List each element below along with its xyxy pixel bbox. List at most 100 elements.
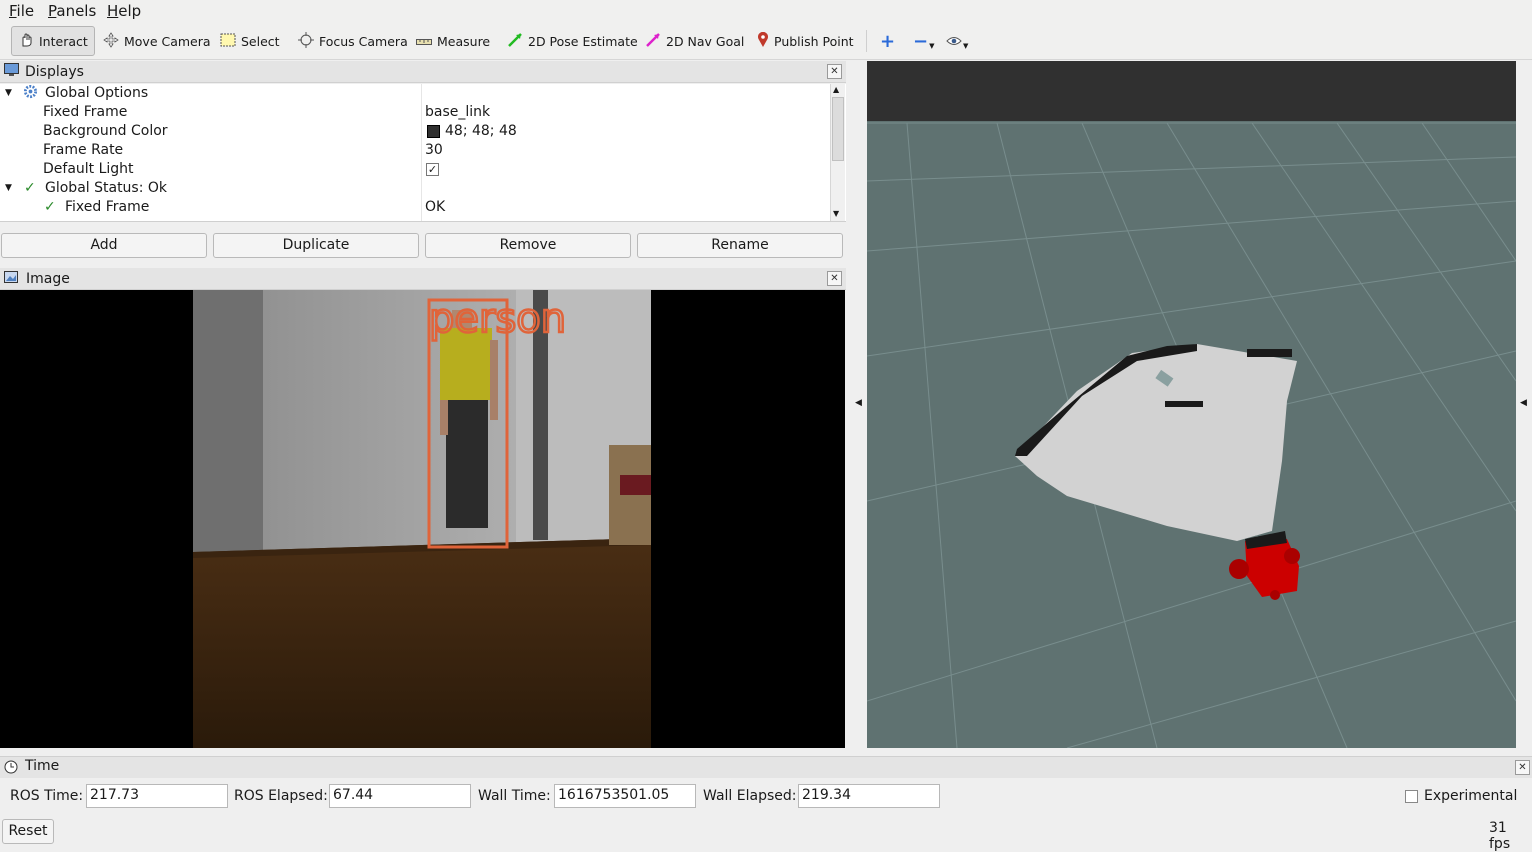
focus-camera-icon — [298, 31, 314, 51]
nav-goal-tool-button[interactable]: 2D Nav Goal — [639, 26, 750, 56]
focus-camera-tool-button[interactable]: Focus Camera — [292, 26, 414, 56]
camera-image-canvas: person — [193, 290, 651, 748]
publish-point-tool-button[interactable]: Publish Point — [751, 26, 860, 56]
dropdown-arrow-icon: ▼ — [963, 42, 969, 50]
move-camera-icon — [103, 31, 119, 51]
tree-row-default-light[interactable]: Default Light ✓ — [0, 160, 830, 179]
camera-image: person — [0, 290, 845, 748]
ros-elapsed-field[interactable]: 67.44 — [329, 784, 471, 808]
displays-tree: ▼ Global Options Fixed Frame base_link B… — [0, 84, 846, 222]
eye-icon — [946, 34, 962, 49]
image-title: Image — [26, 270, 70, 287]
frame-rate-value[interactable]: 30 — [425, 142, 443, 158]
robot-model — [1229, 531, 1300, 600]
wall-elapsed-field[interactable]: 219.34 — [798, 784, 940, 808]
magenta-arrow-icon — [645, 32, 661, 51]
measure-tool-button[interactable]: Measure — [410, 26, 496, 56]
select-icon — [220, 33, 236, 50]
background-color-value[interactable]: 48; 48; 48 — [425, 123, 517, 139]
publish-point-label: Publish Point — [774, 33, 854, 49]
plus-icon: + — [880, 30, 896, 52]
tree-row-background-color[interactable]: Background Color 48; 48; 48 — [0, 122, 830, 141]
dropdown-arrow-icon: ▼ — [929, 42, 935, 50]
duplicate-button[interactable]: Duplicate — [213, 233, 419, 258]
measure-label: Measure — [437, 33, 491, 49]
interact-label: Interact — [39, 33, 88, 49]
expand-arrow-icon[interactable]: ▼ — [5, 88, 12, 98]
hand-icon — [18, 32, 34, 51]
reset-button[interactable]: Reset — [2, 819, 54, 844]
nav-goal-label: 2D Nav Goal — [666, 33, 745, 49]
tree-row-label: Global Status: Ok — [45, 180, 168, 196]
render-3d-view[interactable] — [867, 61, 1516, 748]
close-icon[interactable]: ✕ — [827, 64, 842, 79]
minus-icon: − — [913, 30, 929, 52]
menu-help[interactable]: Help — [107, 2, 141, 20]
displays-panel-header: Displays ✕ — [0, 61, 846, 83]
tree-row-global-status[interactable]: ▼ ✓ Global Status: Ok — [0, 179, 830, 198]
experimental-checkbox[interactable] — [1405, 790, 1418, 803]
rename-button[interactable]: Rename — [637, 233, 843, 258]
toolbar: Interact Move Camera Select Focus Camera… — [0, 22, 1532, 60]
pose-estimate-label: 2D Pose Estimate — [528, 33, 638, 49]
scroll-thumb[interactable] — [832, 97, 844, 161]
check-icon: ✓ — [44, 199, 56, 215]
ros-elapsed-label: ROS Elapsed: — [234, 788, 328, 804]
close-icon[interactable]: ✕ — [827, 271, 842, 286]
view-tool-button[interactable]: ▼ — [940, 26, 974, 56]
fixed-frame-status-value: OK — [425, 199, 446, 215]
detection-label: person — [429, 296, 566, 342]
check-icon: ✓ — [24, 180, 36, 196]
menu-bar: File Panels Help — [0, 0, 1532, 22]
monitor-icon — [4, 62, 19, 81]
move-camera-label: Move Camera — [124, 33, 211, 49]
menu-file[interactable]: File — [9, 2, 34, 20]
collapse-right-icon[interactable]: ◀ — [1520, 398, 1527, 408]
map-pin-icon — [757, 31, 769, 51]
interact-tool-button[interactable]: Interact — [11, 26, 95, 56]
tree-row-label: Background Color — [43, 123, 168, 139]
add-button[interactable]: Add — [1, 233, 207, 258]
tree-row-global-options[interactable]: ▼ Global Options — [0, 84, 830, 103]
remove-tool-button[interactable]: − ▼ — [907, 26, 940, 56]
tree-row-label: Fixed Frame — [43, 104, 128, 120]
add-tool-button[interactable]: + — [874, 26, 901, 56]
tree-row-frame-rate[interactable]: Frame Rate 30 — [0, 141, 830, 160]
default-light-checkbox[interactable]: ✓ — [426, 163, 439, 176]
remove-button[interactable]: Remove — [425, 233, 631, 258]
green-arrow-icon — [507, 32, 523, 51]
fps-indicator: 31 fps — [1489, 820, 1511, 852]
ros-time-field[interactable]: 217.73 — [86, 784, 228, 808]
fixed-frame-value[interactable]: base_link — [425, 104, 490, 120]
tree-row-fixed-frame-status[interactable]: ✓ Fixed Frame OK — [0, 198, 830, 217]
select-label: Select — [241, 33, 280, 49]
wall-elapsed-label: Wall Elapsed: — [703, 788, 797, 804]
displays-title: Displays — [25, 63, 84, 80]
displays-scrollbar[interactable]: ▲ ▼ — [830, 84, 845, 221]
tree-row-fixed-frame[interactable]: Fixed Frame base_link — [0, 103, 830, 122]
scroll-down-icon[interactable]: ▼ — [833, 209, 839, 218]
clock-icon — [4, 760, 18, 778]
menu-panels[interactable]: Panels — [48, 2, 96, 20]
ruler-icon — [416, 34, 432, 49]
wall-time-label: Wall Time: — [478, 788, 551, 804]
move-camera-tool-button[interactable]: Move Camera — [97, 26, 217, 56]
collapse-left-icon[interactable]: ◀ — [855, 398, 862, 408]
toolbar-separator — [866, 30, 867, 52]
select-tool-button[interactable]: Select — [214, 26, 286, 56]
pose-estimate-tool-button[interactable]: 2D Pose Estimate — [501, 26, 644, 56]
render-3d-canvas[interactable] — [867, 61, 1516, 748]
gear-icon — [23, 84, 38, 103]
expand-arrow-icon[interactable]: ▼ — [5, 183, 12, 193]
experimental-label: Experimental — [1424, 788, 1518, 804]
color-swatch — [427, 124, 440, 138]
tree-row-label: Frame Rate — [43, 142, 124, 158]
wall-time-field[interactable]: 1616753501.05 — [554, 784, 696, 808]
close-icon[interactable]: ✕ — [1515, 760, 1530, 775]
tree-row-label: Default Light — [43, 161, 134, 177]
background-color-text: 48; 48; 48 — [445, 123, 517, 139]
image-panel-header: Image ✕ — [0, 268, 846, 290]
tree-row-label: Fixed Frame — [65, 199, 150, 215]
ros-time-label: ROS Time: — [10, 788, 84, 804]
scroll-up-icon[interactable]: ▲ — [833, 85, 839, 94]
